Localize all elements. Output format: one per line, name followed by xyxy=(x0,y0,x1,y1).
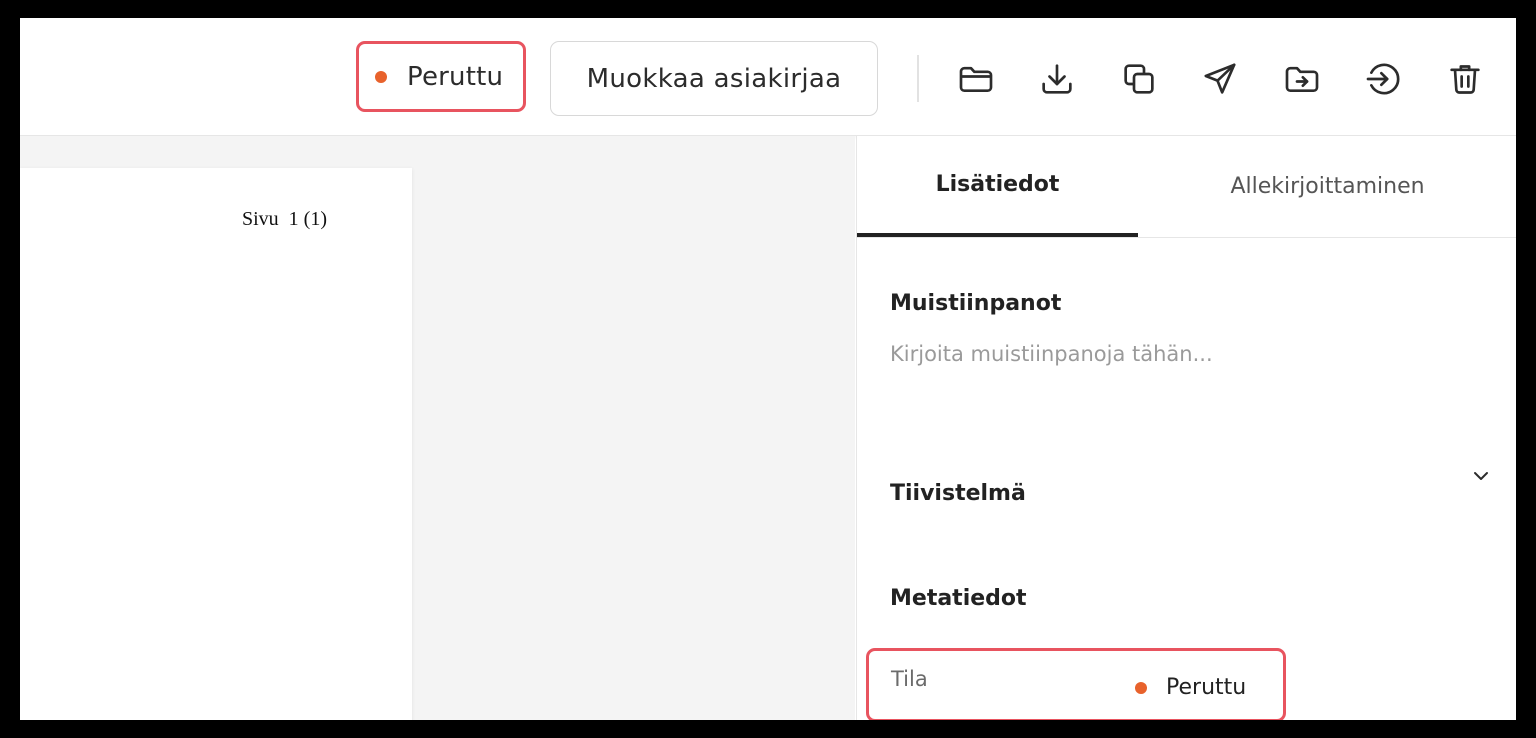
tab-lisatiedot[interactable]: Lisätiedot xyxy=(857,136,1138,237)
document-viewer: Sivu 1 (1) xyxy=(20,136,855,720)
notes-title: Muistiinpanot xyxy=(890,291,1062,316)
status-dot xyxy=(375,70,387,83)
edit-document-button[interactable]: Muokkaa asiakirjaa xyxy=(550,41,878,116)
chevron-down-icon[interactable] xyxy=(1467,462,1495,490)
download-icon[interactable] xyxy=(1034,56,1080,102)
toolbar: Peruttu Muokkaa asiakirjaa xyxy=(20,18,1516,136)
details-panel: Lisätiedot Allekirjoittaminen Muistiinpa… xyxy=(856,136,1516,720)
folder-icon[interactable] xyxy=(953,56,999,102)
panel-tabs: Lisätiedot Allekirjoittaminen xyxy=(857,136,1516,238)
page-number: Sivu 1 (1) xyxy=(242,208,327,230)
status-badge[interactable]: Peruttu xyxy=(356,41,526,112)
metadata-title: Metatiedot xyxy=(890,586,1027,611)
status-label: Peruttu xyxy=(407,61,504,92)
send-icon[interactable] xyxy=(1197,56,1243,102)
document-page: Sivu 1 (1) xyxy=(20,168,412,720)
app-window: Peruttu Muokkaa asiakirjaa Sivu 1 (1) Li… xyxy=(20,18,1516,720)
trash-icon[interactable] xyxy=(1442,56,1488,102)
summary-title[interactable]: Tiivistelmä xyxy=(890,481,1026,506)
notes-input[interactable] xyxy=(890,332,1450,376)
move-to-folder-icon[interactable] xyxy=(1279,56,1325,102)
sign-in-icon[interactable] xyxy=(1360,56,1406,102)
tab-allekirjoittaminen[interactable]: Allekirjoittaminen xyxy=(1138,136,1516,237)
metadata-value-label: Peruttu xyxy=(1166,675,1247,700)
metadata-key: Tila xyxy=(891,667,928,691)
status-dot xyxy=(1135,681,1147,694)
metadata-row-status: Tila Peruttu xyxy=(866,648,1286,720)
toolbar-divider xyxy=(917,55,919,102)
metadata-value: Peruttu xyxy=(1135,675,1246,700)
copy-icon[interactable] xyxy=(1116,56,1162,102)
